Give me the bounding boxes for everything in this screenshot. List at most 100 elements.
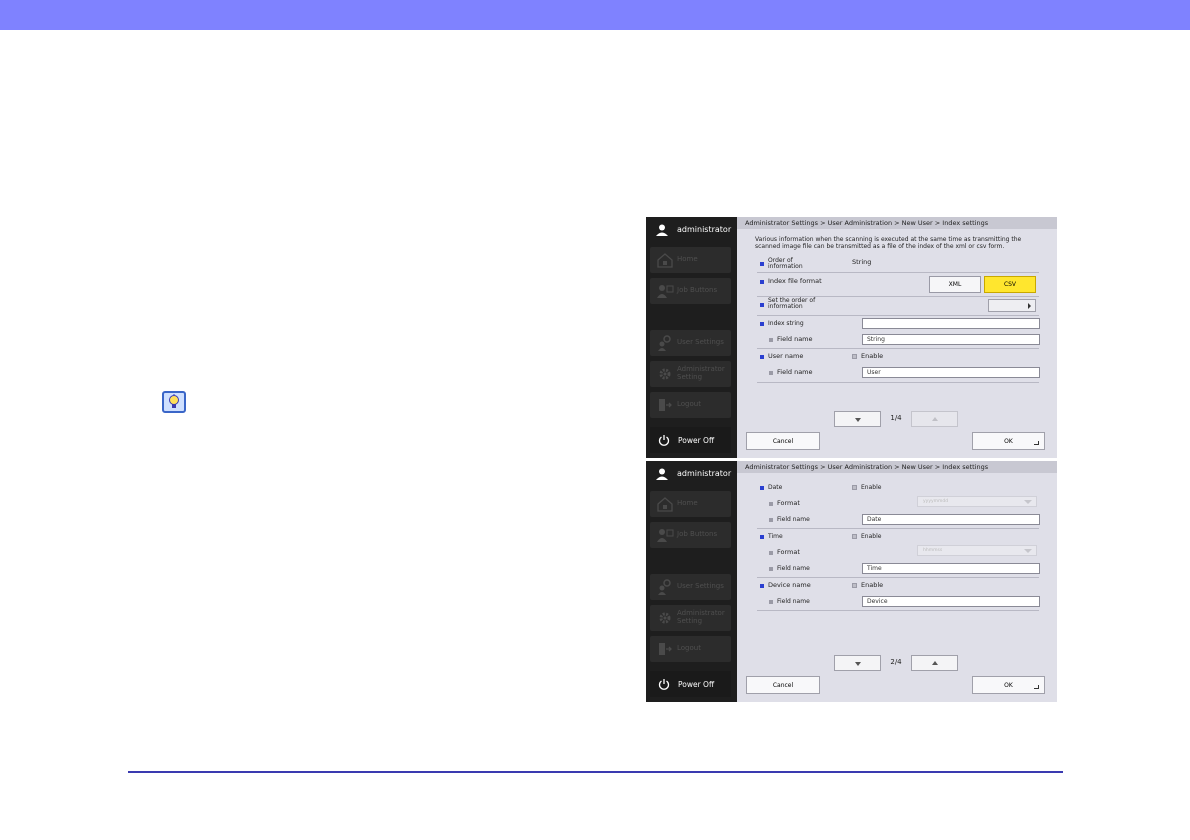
enable-label: Enable xyxy=(861,581,884,589)
string-field-name-input[interactable]: String xyxy=(862,334,1040,345)
sidebar-item-job-buttons[interactable]: Job Buttons xyxy=(650,278,731,304)
sidebar-item-user-settings[interactable]: User Settings xyxy=(650,574,731,600)
divider xyxy=(757,528,1039,529)
user-header: administrator xyxy=(646,217,736,244)
job-buttons-icon xyxy=(657,285,674,298)
user-field-name-input[interactable]: User xyxy=(862,367,1040,378)
index-settings-screen-page-2: administrator Home Job Buttons User Sett… xyxy=(646,461,1057,702)
logout-icon xyxy=(659,399,672,411)
user-name-label: User name xyxy=(768,352,804,360)
user-name-enable-checkbox[interactable] xyxy=(852,354,857,359)
bottom-rule xyxy=(128,771,1063,773)
date-label: Date xyxy=(768,484,783,491)
sidebar-item-home[interactable]: Home xyxy=(650,491,731,517)
enter-icon xyxy=(1034,441,1039,445)
bullet xyxy=(760,303,764,307)
user-icon xyxy=(656,468,668,480)
lightbulb-icon xyxy=(169,394,179,408)
sidebar-item-administrator-setting[interactable]: Administrator Setting xyxy=(650,361,731,387)
device-enable-checkbox[interactable] xyxy=(852,583,857,588)
field-name-label: Field name xyxy=(777,368,813,376)
sidebar-item-job-buttons[interactable]: Job Buttons xyxy=(650,522,731,548)
enable-label: Enable xyxy=(861,533,882,540)
sidebar-item-user-settings[interactable]: User Settings xyxy=(650,330,731,356)
sidebar-item-logout[interactable]: Logout xyxy=(650,392,731,418)
logout-icon xyxy=(659,643,672,655)
chevron-down-icon xyxy=(1024,500,1032,504)
format-label: Format xyxy=(777,499,800,507)
date-format-select[interactable]: yyyymmdd xyxy=(917,496,1037,507)
field-name-label: Field name xyxy=(777,565,810,572)
triangle-down-icon xyxy=(855,418,861,422)
bullet xyxy=(760,535,764,539)
time-format-select[interactable]: hhmmss xyxy=(917,545,1037,556)
divider xyxy=(757,382,1039,383)
sub-bullet xyxy=(769,600,773,604)
hint-box xyxy=(162,391,186,413)
date-enable-checkbox[interactable] xyxy=(852,485,857,490)
cancel-button[interactable]: Cancel xyxy=(746,676,820,694)
time-field-name-input[interactable]: Time xyxy=(862,563,1040,574)
csv-button[interactable]: CSV xyxy=(984,276,1036,293)
user-settings-icon xyxy=(658,579,671,595)
order-value: String xyxy=(852,258,872,266)
page-up-button[interactable] xyxy=(911,655,958,671)
sidebar: administrator Home Job Buttons User Sett… xyxy=(646,217,736,458)
index-string-input[interactable] xyxy=(862,318,1040,329)
sub-bullet xyxy=(769,518,773,522)
page-up-button[interactable] xyxy=(911,411,958,427)
sidebar: administrator Home Job Buttons User Sett… xyxy=(646,461,736,702)
set-order-button[interactable] xyxy=(988,299,1036,312)
bullet xyxy=(760,584,764,588)
bullet xyxy=(760,486,764,490)
user-header: administrator xyxy=(646,461,736,488)
bullet xyxy=(760,322,764,326)
power-off-button[interactable]: Power Off xyxy=(650,671,731,697)
page-down-button[interactable] xyxy=(834,655,881,671)
chevron-down-icon xyxy=(1024,549,1032,553)
time-enable-checkbox[interactable] xyxy=(852,534,857,539)
sidebar-item-administrator-setting[interactable]: Administrator Setting xyxy=(650,605,731,631)
xml-button[interactable]: XML xyxy=(929,276,981,293)
settings-panel: Administrator Settings > User Administra… xyxy=(737,461,1057,702)
top-color-bar xyxy=(0,0,1190,30)
triangle-up-icon xyxy=(932,661,938,665)
field-name-label: Field name xyxy=(777,598,810,605)
field-name-label: Field name xyxy=(777,516,810,523)
divider xyxy=(757,610,1039,611)
job-buttons-icon xyxy=(657,529,674,542)
user-icon xyxy=(656,224,668,236)
format-label: Format xyxy=(777,548,800,556)
index-format-label: Index file format xyxy=(768,277,822,285)
description-text: Various information when the scanning is… xyxy=(755,236,1022,250)
date-field-name-input[interactable]: Date xyxy=(862,514,1040,525)
divider xyxy=(757,315,1039,316)
sidebar-item-home[interactable]: Home xyxy=(650,247,731,273)
user-name: administrator xyxy=(677,225,732,234)
power-off-button[interactable]: Power Off xyxy=(650,427,731,453)
home-icon xyxy=(657,253,673,268)
divider xyxy=(757,348,1039,349)
bullet xyxy=(760,262,764,266)
triangle-up-icon xyxy=(932,417,938,421)
time-label: Time xyxy=(768,533,783,540)
bullet xyxy=(760,355,764,359)
page-down-button[interactable] xyxy=(834,411,881,427)
enable-label: Enable xyxy=(861,352,884,360)
device-field-name-input[interactable]: Device xyxy=(862,596,1040,607)
settings-panel: Administrator Settings > User Administra… xyxy=(737,217,1057,458)
power-icon xyxy=(658,435,670,446)
page-indicator: 1/4 xyxy=(890,414,902,422)
cancel-button[interactable]: Cancel xyxy=(746,432,820,450)
bullet xyxy=(760,280,764,284)
ok-button[interactable]: OK xyxy=(972,432,1045,450)
home-icon xyxy=(657,497,673,512)
ok-button[interactable]: OK xyxy=(972,676,1045,694)
set-order-label: Set the order of information xyxy=(768,297,816,310)
sub-bullet xyxy=(769,502,773,506)
sub-bullet xyxy=(769,371,773,375)
divider xyxy=(757,272,1039,273)
sub-bullet xyxy=(769,551,773,555)
sidebar-item-logout[interactable]: Logout xyxy=(650,636,731,662)
chevron-right-icon xyxy=(1028,303,1031,309)
